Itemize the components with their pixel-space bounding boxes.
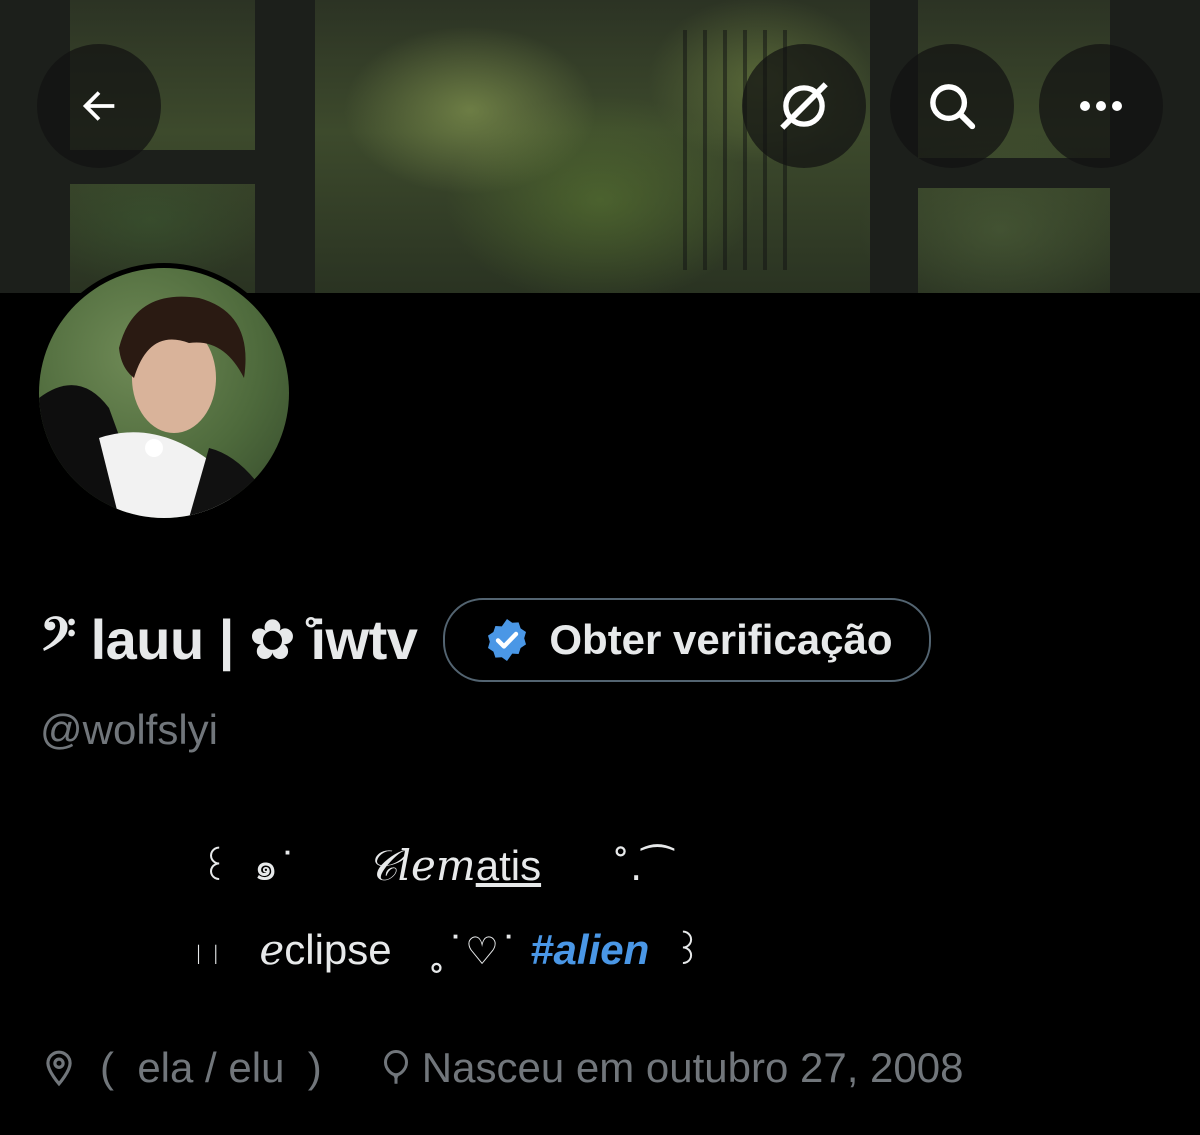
bio-word-clematis-end: atis	[475, 842, 542, 889]
get-verified-label: Obter verificação	[549, 616, 893, 663]
avatar-photo	[39, 268, 289, 518]
bio-word-clematis-start: 𝒞lem	[366, 841, 476, 890]
more-button[interactable]	[1039, 44, 1163, 168]
profile-banner[interactable]	[0, 0, 1200, 293]
get-verified-button[interactable]: Obter verificação	[443, 598, 931, 682]
bio-heart-decoration: ˳˙♡˙	[414, 929, 531, 973]
location-pin-icon	[46, 1050, 72, 1087]
bio-word-eclipse: ℯclipse	[259, 926, 392, 973]
bio-decoration: ꒐꒐	[190, 945, 225, 970]
bio-decoration: ꒰ ๑˙	[200, 845, 297, 889]
grok-button[interactable]	[742, 44, 866, 168]
bio-decoration: ˚.⁀	[611, 845, 673, 889]
hashtag-link[interactable]: #alien	[530, 926, 649, 973]
search-button[interactable]	[890, 44, 1014, 168]
verified-badge-icon	[488, 619, 527, 661]
grok-icon	[780, 82, 828, 130]
location-text: ( ela / elu )	[100, 1044, 322, 1091]
avatar[interactable]	[34, 263, 294, 523]
profile-meta-row: ( ela / elu ) Nasceu em outubro 27, 2008	[40, 1044, 963, 1092]
balloon-icon	[383, 1049, 408, 1084]
username-handle: @wolfslyi	[40, 706, 218, 753]
more-horizontal-icon	[1080, 101, 1122, 111]
arrow-left-icon	[82, 91, 115, 121]
display-name: 𝄢 lauu | ✿ ̊iwtv	[40, 607, 418, 671]
search-icon	[930, 84, 976, 130]
bio-decoration: ꒱	[672, 929, 703, 973]
birth-date-text: Nasceu em outubro 27, 2008	[421, 1044, 964, 1091]
bio-line-2: ꒐꒐ ℯclipse ˳˙♡˙ #alien ꒱	[190, 924, 702, 974]
bio-line-1: ꒰ ๑˙ 𝒞lematis ˚.⁀	[200, 836, 673, 897]
back-button[interactable]	[37, 44, 161, 168]
